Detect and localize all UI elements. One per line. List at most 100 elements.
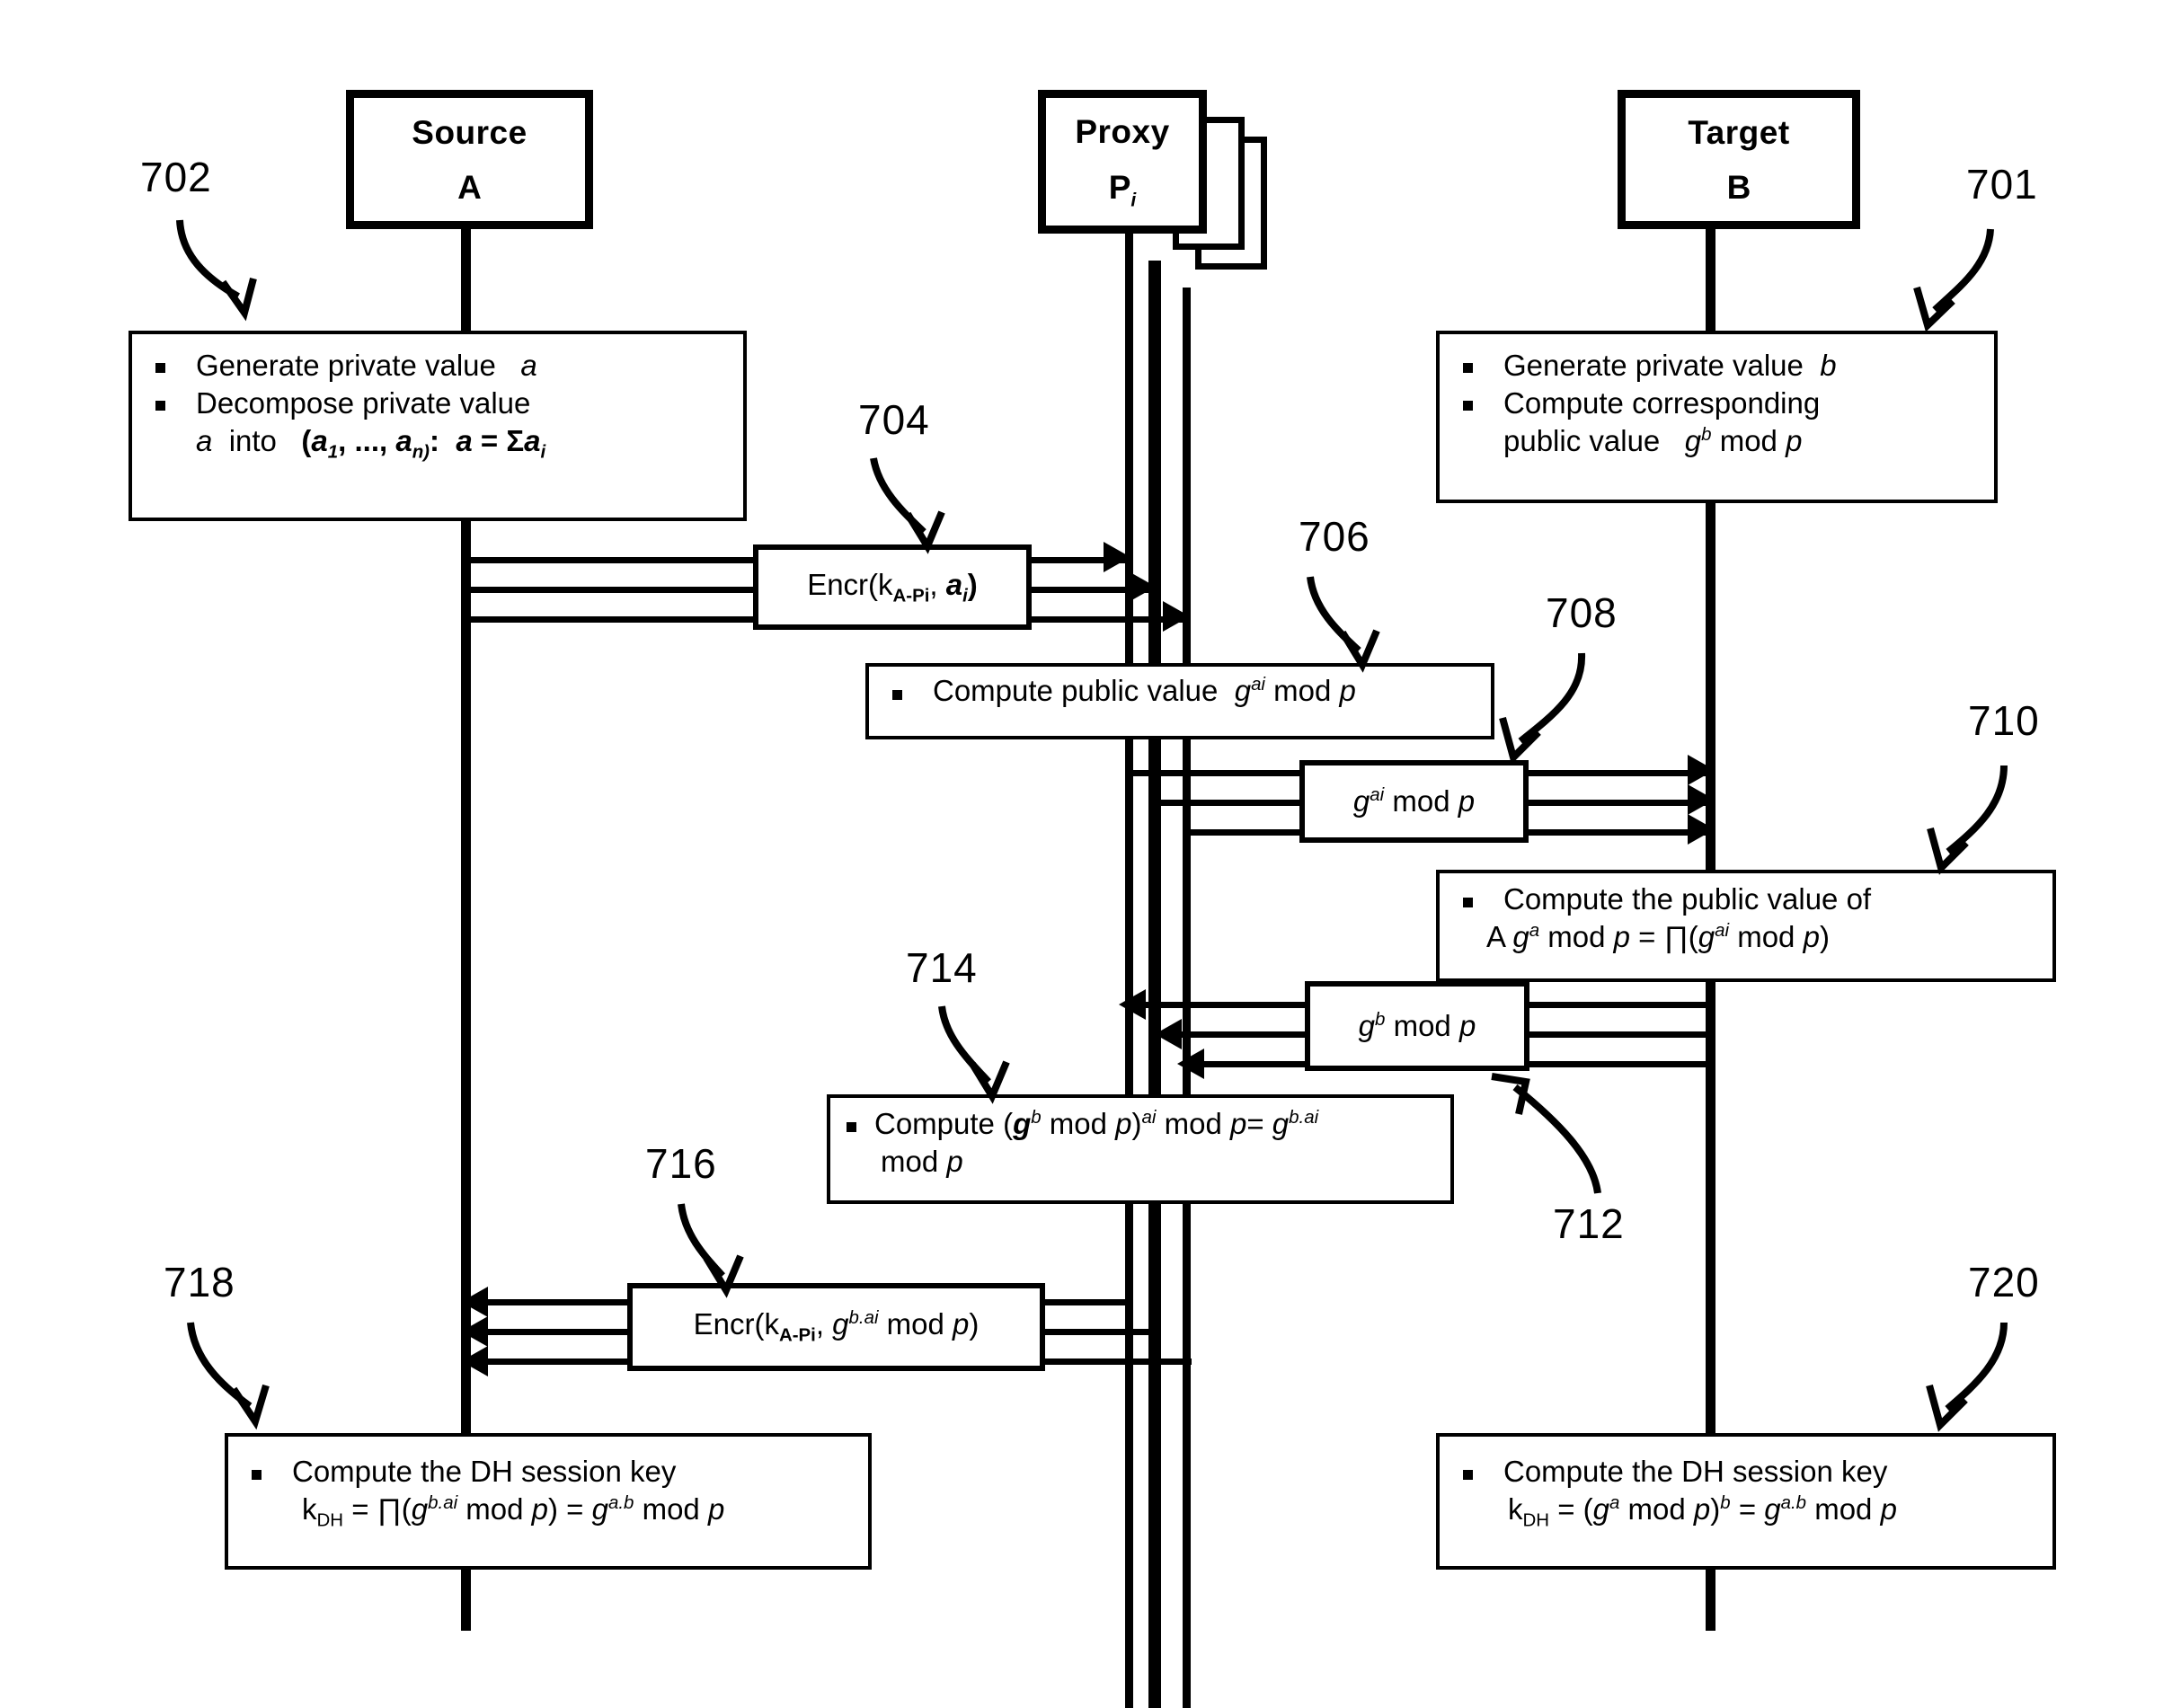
note-line: Compute the DH session key [241, 1453, 852, 1491]
note-text: Decompose private value [196, 386, 531, 420]
message-704-label: Encr(kA-Pi, ai) [753, 544, 1032, 630]
message-716-line-6 [1041, 1358, 1192, 1365]
actor-target: Target B [1618, 90, 1860, 229]
message-712-line-3 [1201, 1061, 1308, 1067]
note-text: Compute public value gai mod p [933, 674, 1356, 707]
leader-712 [1491, 1073, 1601, 1194]
leader-706 [1307, 576, 1380, 673]
actor-source-name: Source [412, 113, 527, 151]
message-704-line-3 [461, 616, 758, 623]
leader-704 [870, 457, 945, 554]
note-target-compute-public: Compute the public value of A ga mod p =… [1436, 870, 2056, 982]
message-716-line-3 [485, 1358, 627, 1365]
note-text: Compute corresponding [1503, 386, 1821, 420]
message-704-text: Encr(kA-Pi, ai) [807, 567, 978, 606]
note-line: Decompose private value [145, 385, 727, 422]
leader-720 [1926, 1322, 2008, 1432]
note-text: Compute the public value of [1503, 882, 1872, 916]
note-source-init: Generate private value a Decompose priva… [129, 331, 747, 521]
note-line: Compute the public value of [1452, 881, 2036, 918]
leader-716 [678, 1203, 744, 1298]
refnum-704: 704 [858, 396, 930, 443]
note-proxy-compute-shared: Compute (gb mod p)ai mod p= gb.ai mod p [827, 1094, 1454, 1204]
bullet-icon [155, 363, 165, 373]
note-text: Compute the DH session key [292, 1455, 677, 1488]
bullet-icon [847, 1122, 856, 1132]
message-712-text: gb mod p [1358, 1009, 1476, 1042]
actor-target-sub: B [1726, 169, 1751, 207]
leader-701 [1913, 228, 1994, 332]
actor-target-name: Target [1688, 113, 1790, 151]
bullet-icon [155, 401, 165, 412]
note-text: kDH = ∏(gb.ai mod p) = ga.b mod p [302, 1492, 725, 1531]
bullet-icon [1463, 1470, 1473, 1480]
message-704-line-2 [461, 587, 758, 593]
message-708-text: gai mod p [1352, 784, 1476, 818]
note-proxy-compute-public: Compute public value gai mod p [865, 663, 1494, 739]
note-source-session-key: Compute the DH session key kDH = ∏(gb.ai… [225, 1433, 872, 1570]
message-712-line-5 [1525, 1031, 1709, 1038]
note-text: kDH = (ga mod p)b = ga.b mod p [1508, 1492, 1897, 1531]
note-text: Compute (gb mod p)ai mod p= gb.ai [874, 1107, 1319, 1140]
leader-710 [1927, 765, 2008, 875]
message-716-line-5 [1041, 1329, 1157, 1335]
leader-702 [176, 219, 257, 322]
message-704-arrowhead-2 [1129, 571, 1156, 602]
leader-714 [938, 1005, 1010, 1104]
bullet-icon [1463, 401, 1473, 412]
actor-proxy-sub: Pi [1108, 168, 1137, 211]
note-line: Compute public value gai mod p [882, 672, 1475, 710]
actor-proxy-name: Proxy [1075, 112, 1170, 150]
actor-source-sub: A [457, 169, 482, 207]
message-716-label: Encr(kA-Pi, gb.ai mod p) [627, 1283, 1045, 1371]
message-712-line-4 [1525, 1002, 1709, 1008]
patent-sequence-diagram: Source A Proxy Pi Target B Generate priv… [0, 0, 2172, 1708]
refnum-706: 706 [1299, 513, 1370, 560]
leader-718 [187, 1322, 270, 1430]
bullet-icon [892, 690, 902, 700]
refnum-708: 708 [1546, 589, 1618, 636]
note-text: public value gb mod p [1503, 424, 1803, 458]
refnum-718: 718 [164, 1259, 235, 1305]
refnum-702: 702 [140, 154, 212, 200]
message-712-line-1 [1143, 1002, 1308, 1008]
lifeline-proxy-1 [1125, 232, 1133, 1708]
note-target-init: Generate private value b Compute corresp… [1436, 331, 1998, 503]
message-704-arrowhead-3 [1163, 601, 1190, 632]
message-708-line-2 [1159, 800, 1304, 806]
note-text: A ga mod p = ∏(gai mod p) [1486, 920, 1830, 954]
message-712-label: gb mod p [1305, 981, 1529, 1071]
message-712-arrowhead-3 [1177, 1049, 1204, 1079]
bullet-icon [1463, 898, 1473, 907]
note-line: Compute the DH session key [1452, 1453, 2036, 1491]
message-716-arrowhead-2 [461, 1316, 488, 1347]
message-708-line-5 [1524, 800, 1708, 806]
message-704-arrowhead-1 [1104, 542, 1130, 572]
note-line: Generate private value b [1452, 347, 1978, 385]
message-708-arrowhead-3 [1688, 814, 1715, 845]
note-text: Compute the DH session key [1503, 1455, 1888, 1488]
note-line: Generate private value a [145, 347, 727, 385]
message-716-text: Encr(kA-Pi, gb.ai mod p) [693, 1307, 980, 1346]
message-708-line-3 [1189, 829, 1304, 836]
note-text: mod p [881, 1145, 963, 1179]
message-712-line-2 [1179, 1031, 1308, 1038]
note-text: Generate private value a [196, 349, 537, 382]
message-716-line-4 [1041, 1299, 1130, 1305]
message-716-arrowhead-3 [461, 1346, 488, 1376]
refnum-710: 710 [1968, 697, 2040, 744]
message-704-line-1 [461, 557, 758, 563]
message-708-line-1 [1133, 770, 1304, 776]
note-line: Compute (gb mod p)ai mod p= gb.ai [843, 1105, 1434, 1143]
message-716-arrowhead-1 [461, 1287, 488, 1317]
lifeline-proxy-3 [1183, 288, 1191, 1708]
note-target-session-key: Compute the DH session key kDH = (ga mod… [1436, 1433, 2056, 1570]
note-text: Generate private value b [1503, 349, 1837, 382]
message-712-arrowhead-2 [1155, 1019, 1182, 1049]
message-708-line-6 [1524, 829, 1708, 836]
note-line: Compute corresponding [1452, 385, 1978, 422]
lifeline-proxy-2 [1148, 261, 1161, 1708]
message-716-line-1 [485, 1299, 627, 1305]
message-708-arrowhead-1 [1688, 755, 1715, 785]
note-text: a into (a1, ..., an): a = Σai [196, 424, 546, 464]
